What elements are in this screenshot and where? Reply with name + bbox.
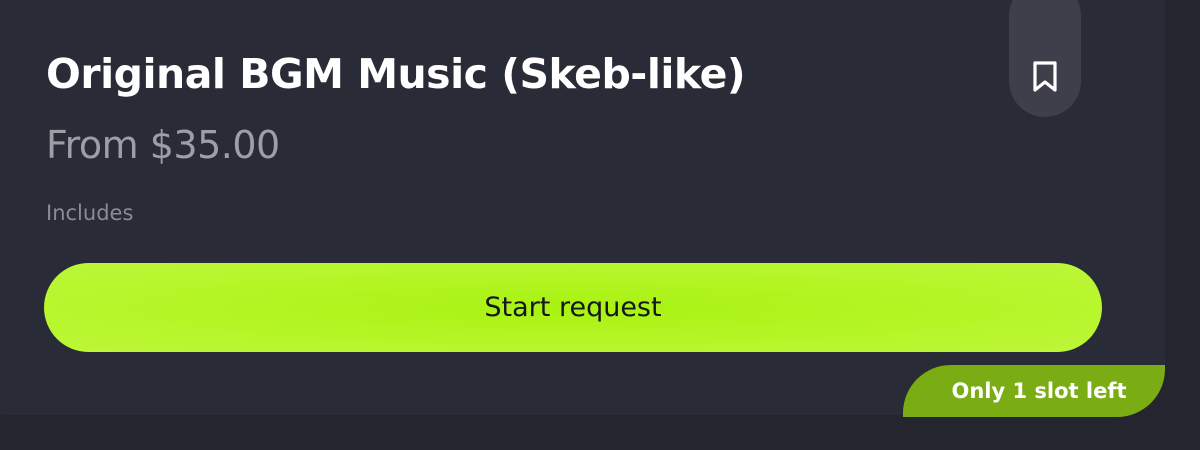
start-request-button[interactable]: Start request <box>44 263 1102 352</box>
bookmark-icon <box>1033 61 1057 92</box>
slots-left-badge: Only 1 slot left <box>903 365 1165 417</box>
offer-title: Original BGM Music (Skeb-like) <box>46 50 746 98</box>
includes-label: Includes <box>46 201 134 225</box>
offer-price: From $35.00 <box>46 123 280 167</box>
bookmark-button[interactable] <box>1009 0 1081 117</box>
